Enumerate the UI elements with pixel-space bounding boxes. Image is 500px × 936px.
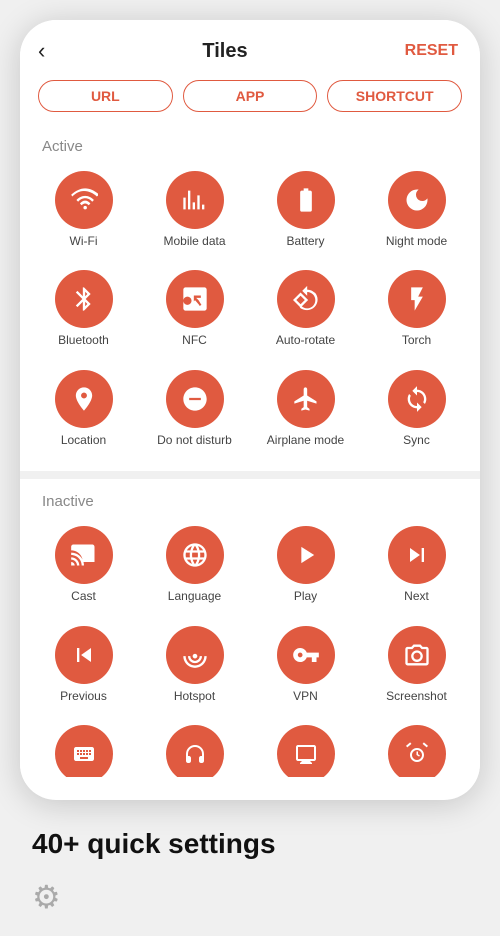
hotspot-label: Hotspot bbox=[174, 689, 215, 703]
header: ‹ Tiles RESET bbox=[20, 20, 480, 74]
location-label: Location bbox=[61, 433, 106, 447]
tile-vpn[interactable]: VPN bbox=[250, 618, 361, 711]
tile-airplane[interactable]: Airplane mode bbox=[250, 362, 361, 455]
bluetooth-label: Bluetooth bbox=[58, 333, 109, 347]
tile-night-mode[interactable]: Night mode bbox=[361, 163, 472, 256]
inactive-section-label: Inactive bbox=[20, 489, 480, 518]
tile-auto-rotate[interactable]: Auto-rotate bbox=[250, 262, 361, 355]
tile-sync[interactable]: Sync bbox=[361, 362, 472, 455]
active-section-label: Active bbox=[20, 134, 480, 163]
back-button[interactable]: ‹ bbox=[38, 38, 45, 64]
previous-icon bbox=[55, 626, 113, 684]
nfc-icon bbox=[166, 270, 224, 328]
active-section: Active Wi-Fi Mobile data bbox=[20, 124, 480, 471]
page-title: Tiles bbox=[202, 40, 247, 63]
battery-icon bbox=[277, 171, 335, 229]
play-icon bbox=[277, 526, 335, 584]
keyboard-icon bbox=[55, 725, 113, 777]
tile-play[interactable]: Play bbox=[250, 518, 361, 611]
bottom-title: 40+ quick settings bbox=[32, 828, 468, 860]
tile-nfc[interactable]: NFC bbox=[139, 262, 250, 355]
language-label: Language bbox=[168, 589, 221, 603]
tile-location[interactable]: Location bbox=[28, 362, 139, 455]
auto-rotate-label: Auto-rotate bbox=[276, 333, 335, 347]
tile-next[interactable]: Next bbox=[361, 518, 472, 611]
tile-battery[interactable]: Battery bbox=[250, 163, 361, 256]
next-label: Next bbox=[404, 589, 429, 603]
nfc-label: NFC bbox=[182, 333, 207, 347]
tile-bluetooth[interactable]: Bluetooth bbox=[28, 262, 139, 355]
tab-shortcut[interactable]: SHORTCUT bbox=[327, 80, 462, 112]
airplane-label: Airplane mode bbox=[267, 433, 344, 447]
tile-torch[interactable]: Torch bbox=[361, 262, 472, 355]
tile-cast[interactable]: Cast bbox=[28, 518, 139, 611]
location-icon bbox=[55, 370, 113, 428]
tile-screen[interactable] bbox=[250, 721, 361, 777]
screenshot-icon bbox=[388, 626, 446, 684]
wifi-label: Wi-Fi bbox=[70, 234, 98, 248]
dnd-label: Do not disturb bbox=[157, 433, 232, 447]
bluetooth-icon bbox=[55, 270, 113, 328]
torch-icon bbox=[388, 270, 446, 328]
cast-label: Cast bbox=[71, 589, 96, 603]
partial-row bbox=[20, 721, 480, 777]
screenshot-label: Screenshot bbox=[386, 689, 447, 703]
sync-icon bbox=[388, 370, 446, 428]
sync-label: Sync bbox=[403, 433, 430, 447]
tile-keyboard[interactable] bbox=[28, 721, 139, 777]
headphone-icon bbox=[166, 725, 224, 777]
tile-mobile-data[interactable]: Mobile data bbox=[139, 163, 250, 256]
inactive-section: Inactive Cast Language bbox=[20, 479, 480, 783]
phone-screen: ‹ Tiles RESET URL APP SHORTCUT Active Wi… bbox=[20, 20, 480, 800]
vpn-icon bbox=[277, 626, 335, 684]
tile-hotspot[interactable]: Hotspot bbox=[139, 618, 250, 711]
language-icon bbox=[166, 526, 224, 584]
bottom-section: 40+ quick settings ⚙ bbox=[0, 800, 500, 936]
tab-bar: URL APP SHORTCUT bbox=[20, 74, 480, 124]
tile-alarm[interactable] bbox=[361, 721, 472, 777]
alarm-icon bbox=[388, 725, 446, 777]
tile-headphone[interactable] bbox=[139, 721, 250, 777]
screen-icon bbox=[277, 725, 335, 777]
hotspot-icon bbox=[166, 626, 224, 684]
tile-language[interactable]: Language bbox=[139, 518, 250, 611]
battery-label: Battery bbox=[286, 234, 324, 248]
tile-previous[interactable]: Previous bbox=[28, 618, 139, 711]
section-divider bbox=[20, 471, 480, 479]
next-icon bbox=[388, 526, 446, 584]
torch-label: Torch bbox=[402, 333, 431, 347]
reset-button[interactable]: RESET bbox=[405, 42, 458, 60]
cast-icon bbox=[55, 526, 113, 584]
night-mode-label: Night mode bbox=[386, 234, 447, 248]
dnd-icon bbox=[166, 370, 224, 428]
previous-label: Previous bbox=[60, 689, 107, 703]
inactive-icons-grid: Cast Language Play bbox=[20, 518, 480, 721]
mobile-data-label: Mobile data bbox=[163, 234, 225, 248]
night-mode-icon bbox=[388, 171, 446, 229]
tile-wifi[interactable]: Wi-Fi bbox=[28, 163, 139, 256]
tab-app[interactable]: APP bbox=[183, 80, 318, 112]
mobile-data-icon bbox=[166, 171, 224, 229]
tile-screenshot[interactable]: Screenshot bbox=[361, 618, 472, 711]
active-icons-grid: Wi-Fi Mobile data Battery bbox=[20, 163, 480, 465]
auto-rotate-icon bbox=[277, 270, 335, 328]
play-label: Play bbox=[294, 589, 317, 603]
vpn-label: VPN bbox=[293, 689, 318, 703]
wifi-icon bbox=[55, 171, 113, 229]
airplane-icon bbox=[277, 370, 335, 428]
tile-dnd[interactable]: Do not disturb bbox=[139, 362, 250, 455]
tab-url[interactable]: URL bbox=[38, 80, 173, 112]
gear-icon: ⚙ bbox=[32, 878, 468, 916]
